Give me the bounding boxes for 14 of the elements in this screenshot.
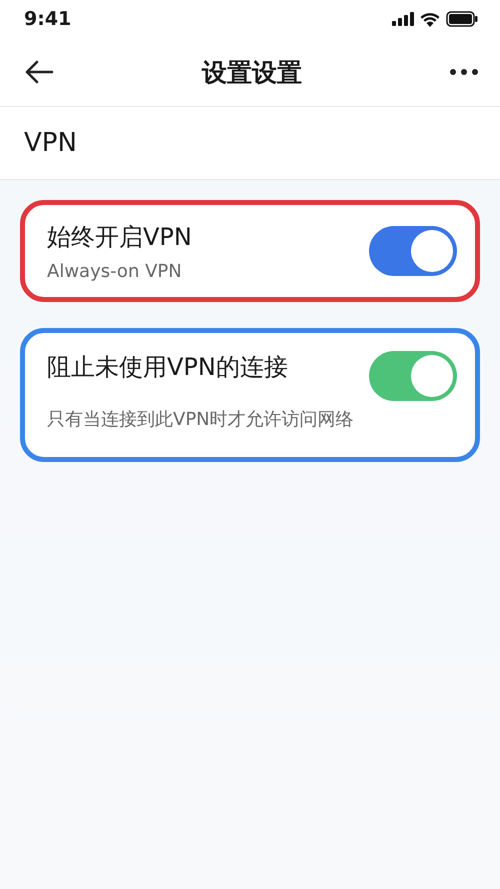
- status-time: 9:41: [24, 8, 72, 30]
- back-arrow-icon[interactable]: [24, 60, 54, 84]
- setting-title: 阻止未使用VPN的连接: [47, 352, 289, 383]
- page-title: 设置设置: [202, 56, 302, 88]
- setting-title: 始终开启VPN: [47, 222, 192, 252]
- toggle-switch[interactable]: [369, 226, 457, 276]
- wifi-icon: [420, 12, 440, 26]
- more-icon[interactable]: [450, 69, 478, 75]
- setting-description: Always-on VPN: [47, 260, 183, 282]
- section-title: VPN: [24, 128, 77, 158]
- signal-icon: [392, 12, 414, 26]
- toggle-switch[interactable]: [369, 351, 457, 401]
- setting-description: 只有当连接到此VPN时才允许访问网络: [47, 408, 354, 431]
- battery-icon: [446, 11, 478, 27]
